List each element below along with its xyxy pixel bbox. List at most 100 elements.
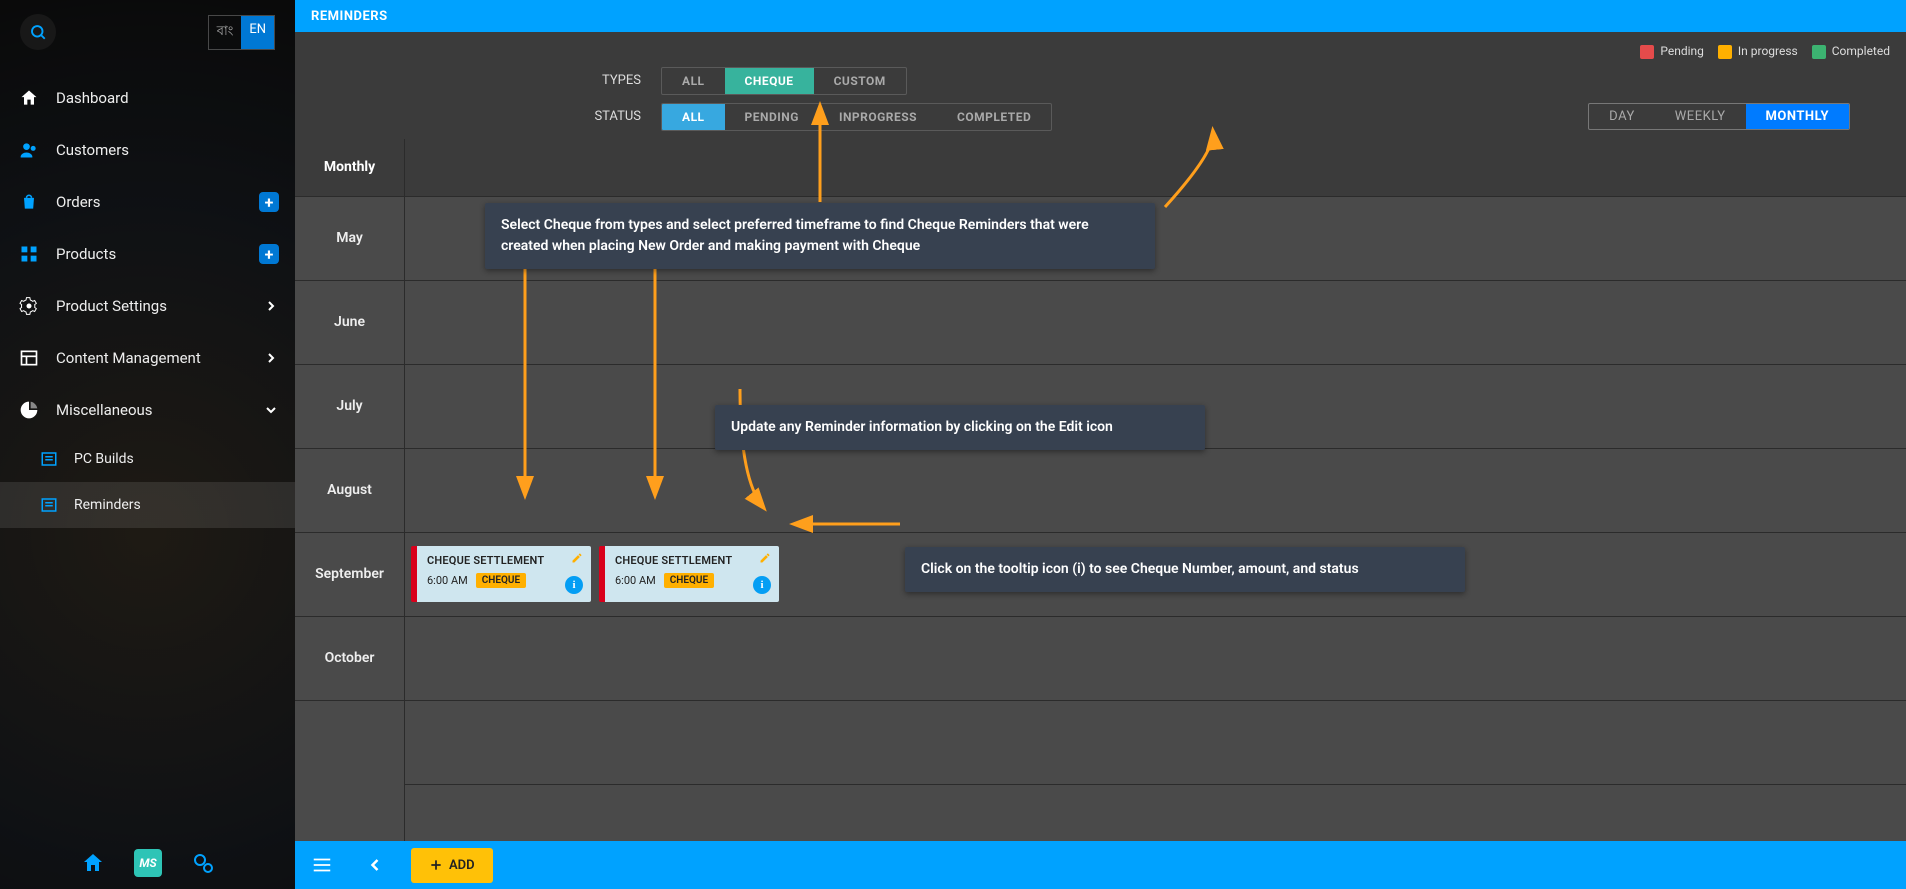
card-time: 6:00 AM bbox=[427, 574, 468, 587]
sidebar-item-label: Miscellaneous bbox=[56, 401, 153, 419]
month-head: Monthly bbox=[295, 139, 404, 197]
type-cheque[interactable]: CHEQUE bbox=[725, 68, 814, 94]
card-title: CHEQUE SETTLEMENT bbox=[615, 554, 769, 567]
sidebar-item-label: Content Management bbox=[56, 349, 201, 367]
filters-panel: Pending In progress Completed TYPES ALL … bbox=[295, 32, 1906, 139]
month-label: August bbox=[295, 449, 404, 533]
sidebar-item-content-management[interactable]: Content Management bbox=[0, 332, 295, 384]
status-all[interactable]: ALL bbox=[662, 104, 725, 130]
help-annotation: Select Cheque from types and select pref… bbox=[485, 203, 1155, 269]
month-label: July bbox=[295, 365, 404, 449]
bottombar: ADD bbox=[295, 841, 1906, 889]
calendar-row: Select Cheque from types and select pref… bbox=[405, 197, 1906, 281]
sidebar-item-miscellaneous[interactable]: Miscellaneous bbox=[0, 384, 295, 436]
edit-icon[interactable] bbox=[571, 552, 583, 564]
lang-en[interactable]: EN bbox=[241, 16, 274, 49]
legend-pending: Pending bbox=[1640, 44, 1704, 59]
grid-icon bbox=[18, 244, 40, 264]
info-icon[interactable]: i bbox=[753, 576, 771, 594]
types-segment: ALL CHEQUE CUSTOM bbox=[661, 67, 907, 95]
pie-icon bbox=[18, 400, 40, 420]
calendar-row: CHEQUE SETTLEMENT 6:00 AM CHEQUE i CHEQU… bbox=[405, 533, 1906, 617]
type-custom[interactable]: CUSTOM bbox=[814, 68, 906, 94]
reminder-card[interactable]: CHEQUE SETTLEMENT 6:00 AM CHEQUE i bbox=[599, 546, 779, 602]
add-button[interactable]: ADD bbox=[411, 848, 493, 883]
sidebar-subitem-pc-builds[interactable]: PC Builds bbox=[0, 436, 295, 482]
list-icon bbox=[40, 496, 58, 514]
help-annotation: Click on the tooltip icon (i) to see Che… bbox=[905, 547, 1465, 592]
month-label: September bbox=[295, 533, 404, 617]
add-label: ADD bbox=[449, 858, 475, 873]
status-inprogress[interactable]: INPROGRESS bbox=[819, 104, 937, 130]
calendar-row bbox=[405, 281, 1906, 365]
calendar-row: Update any Reminder information by click… bbox=[405, 365, 1906, 449]
view-monthly[interactable]: MONTHLY bbox=[1746, 104, 1849, 129]
search-button[interactable] bbox=[20, 14, 56, 50]
sidebar-item-product-settings[interactable]: Product Settings bbox=[0, 280, 295, 332]
app-logo[interactable]: MS bbox=[134, 849, 162, 877]
sidebar-item-label: Orders bbox=[56, 193, 101, 211]
sidebar-item-orders[interactable]: Orders + bbox=[0, 176, 295, 228]
home-icon bbox=[18, 88, 40, 108]
sidebar-item-label: Reminders bbox=[74, 497, 141, 513]
calendar: Monthly May June July August September O… bbox=[295, 139, 1906, 841]
sidebar-subitem-reminders[interactable]: Reminders bbox=[0, 482, 295, 528]
legend-completed: Completed bbox=[1812, 44, 1890, 59]
status-label: STATUS bbox=[311, 109, 641, 124]
card-tag: CHEQUE bbox=[476, 573, 526, 588]
gear-icon bbox=[18, 296, 40, 316]
calendar-row bbox=[405, 785, 1906, 841]
search-icon bbox=[29, 23, 47, 41]
page-title: REMINDERS bbox=[311, 9, 388, 24]
add-icon[interactable]: + bbox=[259, 192, 279, 212]
type-all[interactable]: ALL bbox=[662, 68, 725, 94]
reminder-card[interactable]: CHEQUE SETTLEMENT 6:00 AM CHEQUE i bbox=[411, 546, 591, 602]
add-icon[interactable]: + bbox=[259, 244, 279, 264]
status-completed[interactable]: COMPLETED bbox=[937, 104, 1051, 130]
card-title: CHEQUE SETTLEMENT bbox=[427, 554, 581, 567]
sidebar-item-customers[interactable]: Customers bbox=[0, 124, 295, 176]
lang-alt[interactable]: বাং bbox=[209, 16, 242, 49]
users-icon bbox=[18, 140, 40, 160]
sidebar-item-dashboard[interactable]: Dashboard bbox=[0, 72, 295, 124]
layout-icon bbox=[18, 348, 40, 368]
sidebar-item-label: Dashboard bbox=[56, 89, 129, 107]
edit-icon[interactable] bbox=[759, 552, 771, 564]
sidebar-item-products[interactable]: Products + bbox=[0, 228, 295, 280]
sidebar-item-label: Customers bbox=[56, 141, 129, 159]
home-icon[interactable] bbox=[80, 850, 106, 876]
status-legend: Pending In progress Completed bbox=[311, 44, 1890, 59]
month-label: October bbox=[295, 617, 404, 701]
topbar: REMINDERS bbox=[295, 0, 1906, 32]
main: REMINDERS Pending In progress Completed … bbox=[295, 0, 1906, 889]
calendar-row bbox=[405, 701, 1906, 785]
calendar-grid[interactable]: Select Cheque from types and select pref… bbox=[405, 139, 1906, 841]
language-switch: বাং EN bbox=[208, 15, 275, 50]
sidebar-item-label: Product Settings bbox=[56, 297, 167, 315]
card-time: 6:00 AM bbox=[615, 574, 656, 587]
calendar-row bbox=[405, 617, 1906, 701]
view-day[interactable]: DAY bbox=[1589, 104, 1655, 129]
hamburger-icon[interactable] bbox=[305, 848, 339, 882]
chevron-right-icon bbox=[263, 350, 279, 366]
sidebar-nav: Dashboard Customers Orders + Products + … bbox=[0, 64, 295, 528]
chevron-down-icon bbox=[263, 402, 279, 418]
list-icon bbox=[40, 450, 58, 468]
bag-icon bbox=[18, 192, 40, 212]
info-icon[interactable]: i bbox=[565, 576, 583, 594]
sidebar-item-label: Products bbox=[56, 245, 116, 263]
sidebar: বাং EN Dashboard Customers Orders + Prod… bbox=[0, 0, 295, 889]
sidebar-footer: MS bbox=[0, 839, 295, 889]
view-segment: DAY WEEKLY MONTHLY bbox=[1588, 103, 1850, 130]
plus-icon bbox=[429, 858, 443, 872]
settings-icon[interactable] bbox=[190, 850, 216, 876]
status-pending[interactable]: PENDING bbox=[725, 104, 819, 130]
chevron-right-icon bbox=[263, 298, 279, 314]
help-annotation: Update any Reminder information by click… bbox=[715, 405, 1205, 450]
back-icon[interactable] bbox=[359, 849, 391, 881]
view-weekly[interactable]: WEEKLY bbox=[1655, 104, 1746, 129]
month-label: June bbox=[295, 281, 404, 365]
sidebar-item-label: PC Builds bbox=[74, 451, 134, 467]
calendar-row bbox=[405, 449, 1906, 533]
legend-inprogress: In progress bbox=[1718, 44, 1798, 59]
